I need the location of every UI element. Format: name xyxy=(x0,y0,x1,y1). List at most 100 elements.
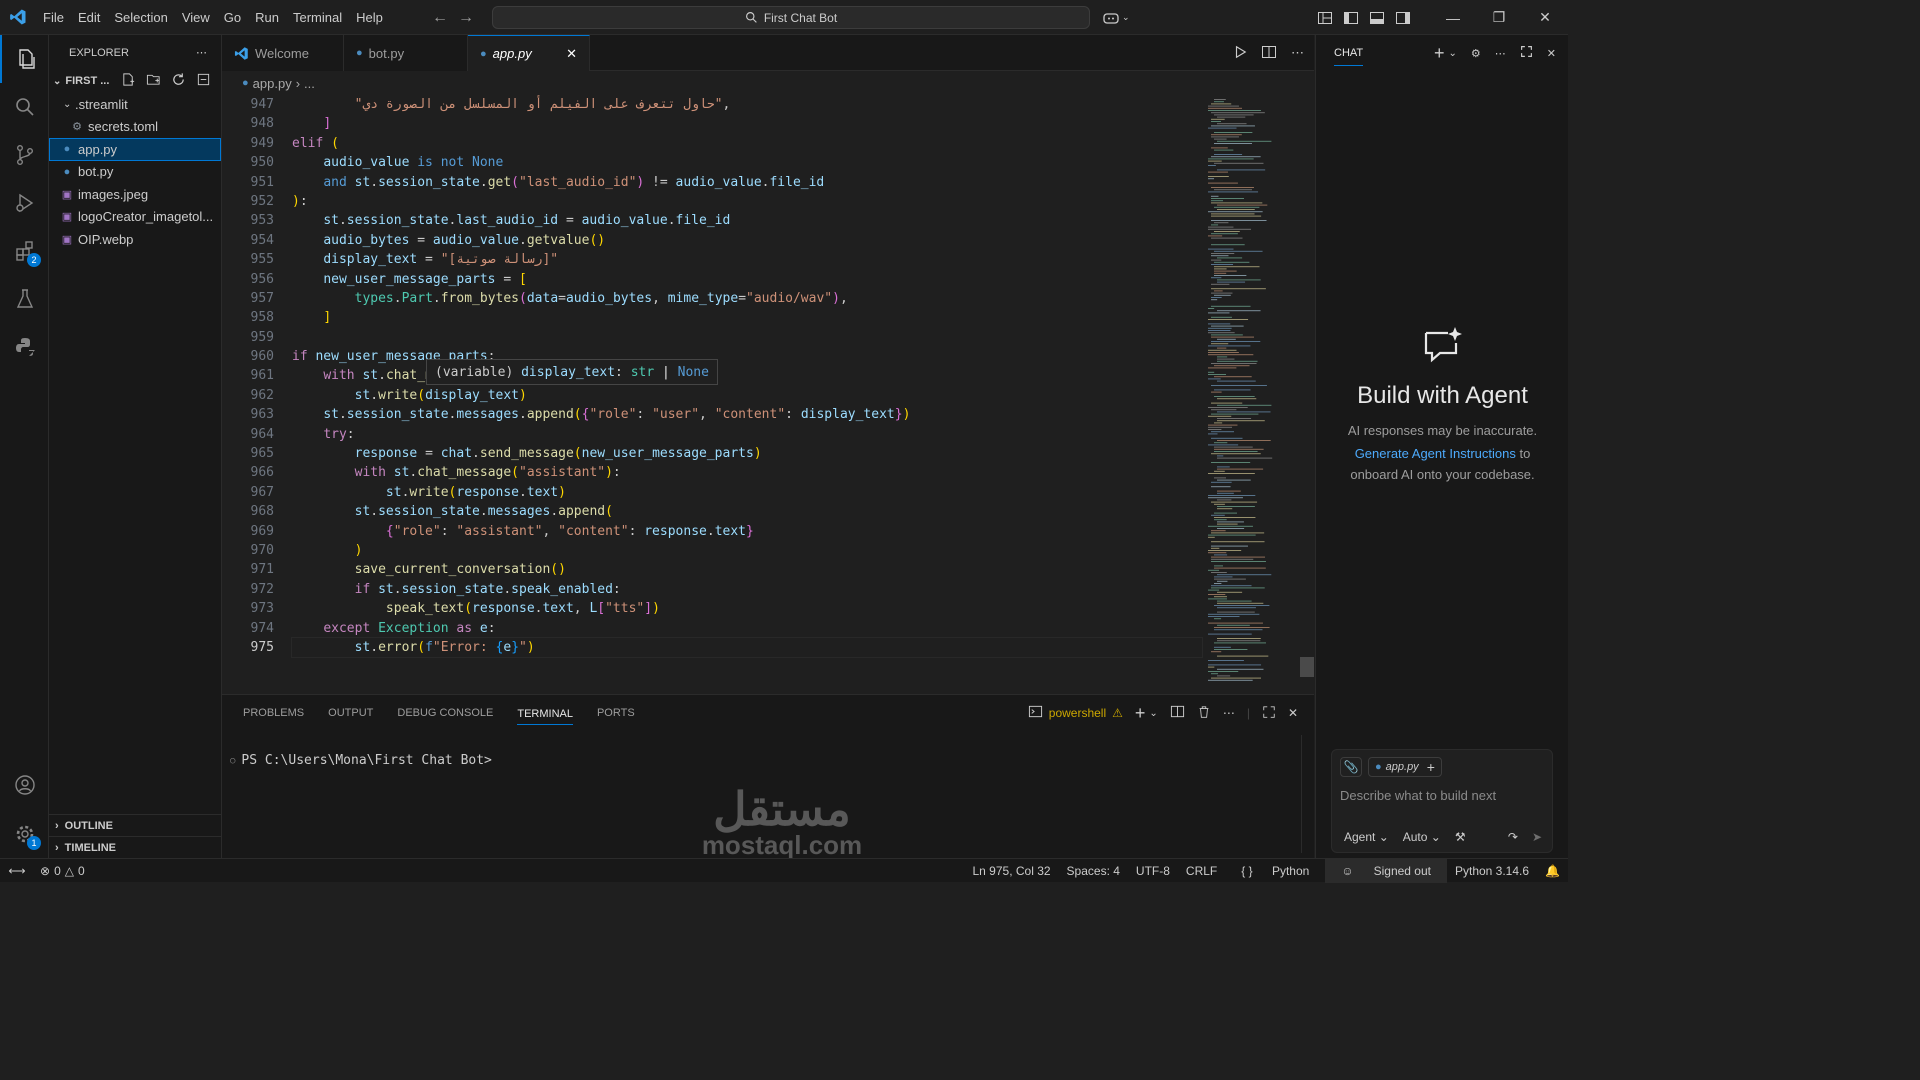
generate-instructions-link[interactable]: Generate Agent Instructions xyxy=(1355,446,1516,461)
tree-item-bot-py[interactable]: ● bot.py xyxy=(49,161,221,184)
breadcrumb-rest[interactable]: ... xyxy=(304,76,315,91)
toggle-secondary-sidebar-icon[interactable] xyxy=(1390,0,1416,35)
close-tab-icon[interactable]: ✕ xyxy=(566,46,577,62)
command-center[interactable]: First Chat Bot xyxy=(492,6,1090,29)
manage-gear-icon[interactable]: 1 xyxy=(0,810,49,858)
delegate-icon[interactable]: ↷ xyxy=(1508,830,1518,844)
collapse-all-icon[interactable] xyxy=(196,72,211,90)
split-editor-icon[interactable] xyxy=(1261,44,1277,63)
menu-view[interactable]: View xyxy=(175,0,217,35)
problems-indicator[interactable]: ⊗ 0 △ 0 xyxy=(40,864,85,878)
more-actions-icon[interactable]: ⋯ xyxy=(1223,706,1235,720)
back-arrow-icon[interactable]: ← xyxy=(432,9,448,27)
more-actions-icon[interactable]: ⋯ xyxy=(1495,47,1506,60)
menu-run[interactable]: Run xyxy=(248,0,286,35)
python-interpreter[interactable]: Python 3.14.6 xyxy=(1447,864,1537,878)
toggle-panel-icon[interactable] xyxy=(1364,0,1390,35)
new-folder-icon[interactable] xyxy=(146,72,161,90)
send-icon[interactable]: ➤ xyxy=(1532,830,1542,844)
tree-item-oip-webp[interactable]: ▣ OIP.webp xyxy=(49,228,221,251)
restore-button[interactable]: ❐ xyxy=(1476,0,1522,35)
tab-output[interactable]: OUTPUT xyxy=(328,707,373,719)
accounts-icon[interactable] xyxy=(0,761,49,809)
language-mode[interactable]: { } Python xyxy=(1225,864,1325,878)
cursor-position[interactable]: Ln 975, Col 32 xyxy=(964,864,1058,878)
close-window-button[interactable]: ✕ xyxy=(1522,0,1568,35)
menu-edit[interactable]: Edit xyxy=(71,0,107,35)
menu-go[interactable]: Go xyxy=(217,0,248,35)
tree-item-logo-creator[interactable]: ▣ logoCreator_imagetol... xyxy=(49,206,221,229)
close-icon[interactable]: ✕ xyxy=(1547,47,1556,60)
menu-selection[interactable]: Selection xyxy=(107,0,174,35)
remote-indicator-icon[interactable]: ⟷ xyxy=(0,864,34,878)
menu-help[interactable]: Help xyxy=(349,0,390,35)
copilot-status[interactable]: ☺ Signed out xyxy=(1325,859,1447,883)
run-python-file-icon[interactable] xyxy=(1233,45,1247,62)
encoding[interactable]: UTF-8 xyxy=(1128,864,1178,878)
outline-section[interactable]: › OUTLINE xyxy=(49,814,222,836)
maximize-panel-icon[interactable] xyxy=(1262,705,1276,722)
extensions-icon[interactable]: 2 xyxy=(0,227,49,275)
tree-item-images-jpeg[interactable]: ▣ images.jpeg xyxy=(49,183,221,206)
workspace-folder[interactable]: ⌄ FIRST ... xyxy=(49,70,221,92)
split-terminal-icon[interactable] xyxy=(1170,704,1185,722)
maximize-icon[interactable] xyxy=(1520,45,1533,61)
kill-terminal-icon[interactable] xyxy=(1197,705,1211,722)
chat-input-field[interactable]: Describe what to build next xyxy=(1340,788,1496,803)
terminal-output[interactable]: ○ PS C:\Users\Mona\First Chat Bot> xyxy=(230,753,492,768)
menu-terminal[interactable]: Terminal xyxy=(286,0,349,35)
tab-problems[interactable]: PROBLEMS xyxy=(243,707,304,719)
tab-ports[interactable]: PORTS xyxy=(597,707,635,719)
source-control-icon[interactable] xyxy=(0,131,49,179)
mode-picker[interactable]: Agent ⌄ xyxy=(1344,830,1389,844)
terminal-scrollbar[interactable] xyxy=(1301,735,1306,853)
minimap[interactable] xyxy=(1206,95,1278,693)
minimap-line xyxy=(1214,596,1227,598)
tab-bot-py[interactable]: ● bot.py xyxy=(344,35,468,71)
new-terminal-icon[interactable]: + xyxy=(1135,703,1146,724)
chevron-down-icon[interactable]: ⌄ xyxy=(1149,708,1157,719)
add-context-icon[interactable]: + xyxy=(1427,759,1435,775)
tools-icon[interactable]: ⚒ xyxy=(1455,830,1466,844)
chat-title-tab[interactable]: CHAT xyxy=(1334,41,1364,66)
breadcrumb-file[interactable]: app.py xyxy=(253,76,292,91)
python-icon[interactable] xyxy=(0,323,49,371)
tab-app-py[interactable]: ● app.py ✕ xyxy=(468,35,590,71)
new-chat-icon[interactable]: + xyxy=(1434,43,1445,64)
scrollbar-thumb[interactable] xyxy=(1300,657,1314,677)
timeline-section[interactable]: › TIMELINE xyxy=(49,836,222,858)
testing-icon[interactable] xyxy=(0,275,49,323)
copilot-menu[interactable]: ⌄ xyxy=(1102,0,1130,35)
tree-item-app-py[interactable]: ● app.py xyxy=(49,138,221,161)
attach-icon[interactable]: 📎 xyxy=(1340,757,1362,777)
tree-item-secrets-toml[interactable]: ⚙ secrets.toml xyxy=(49,116,221,139)
tab-debug-console[interactable]: DEBUG CONSOLE xyxy=(397,707,493,719)
gear-icon[interactable]: ⚙ xyxy=(1471,47,1481,60)
tree-folder-streamlit[interactable]: ⌄ .streamlit xyxy=(49,93,221,116)
code-editor[interactable]: 947 948 949 950 951 952 953 954 955 956 … xyxy=(222,95,1314,693)
refresh-icon[interactable] xyxy=(171,72,186,90)
tab-terminal[interactable]: TERMINAL xyxy=(517,708,573,725)
context-chip[interactable]: ● app.py + xyxy=(1368,757,1442,777)
indentation[interactable]: Spaces: 4 xyxy=(1059,864,1128,878)
more-actions-icon[interactable]: ⋯ xyxy=(196,46,207,59)
close-panel-icon[interactable]: ✕ xyxy=(1288,706,1298,720)
explorer-icon[interactable] xyxy=(0,35,49,83)
minimize-button[interactable]: — xyxy=(1430,0,1476,35)
more-actions-icon[interactable]: ⋯ xyxy=(1291,45,1304,61)
notifications-bell-icon[interactable]: 🔔 xyxy=(1537,864,1568,878)
run-debug-icon[interactable] xyxy=(0,179,49,227)
model-picker[interactable]: Auto ⌄ xyxy=(1403,830,1441,844)
editor-scrollbar[interactable] xyxy=(1300,95,1314,693)
customize-layout-icon[interactable] xyxy=(1312,0,1338,35)
forward-arrow-icon[interactable]: → xyxy=(458,9,474,27)
toggle-primary-sidebar-icon[interactable] xyxy=(1338,0,1364,35)
minimap-line xyxy=(1214,519,1227,521)
terminal-shell-label[interactable]: powershell xyxy=(1049,706,1106,720)
new-file-icon[interactable] xyxy=(121,72,136,90)
end-of-line[interactable]: CRLF xyxy=(1178,864,1225,878)
menu-file[interactable]: File xyxy=(36,0,71,35)
tab-welcome[interactable]: Welcome xyxy=(222,35,344,71)
chevron-down-icon[interactable]: ⌄ xyxy=(1449,48,1457,59)
search-icon[interactable] xyxy=(0,83,49,131)
